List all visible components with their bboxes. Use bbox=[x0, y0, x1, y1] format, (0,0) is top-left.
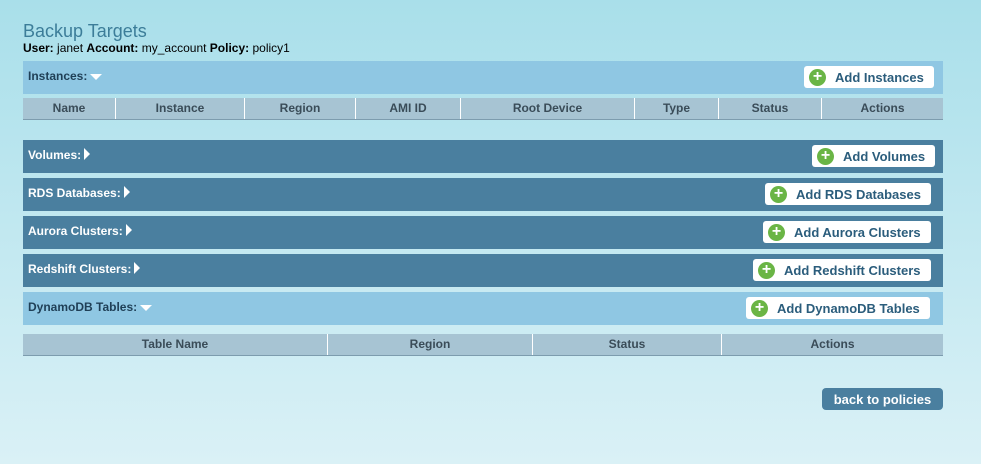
aurora-section-header: Aurora Clusters: + Add Aurora Clusters bbox=[23, 216, 943, 249]
user-label: User: bbox=[23, 41, 54, 55]
user-value: janet bbox=[57, 41, 84, 55]
aurora-toggle[interactable]: Aurora Clusters: bbox=[28, 223, 132, 238]
column-header-ami-id[interactable]: AMI ID bbox=[356, 98, 461, 119]
add-rds-label: Add RDS Databases bbox=[796, 186, 921, 202]
caret-right-icon bbox=[125, 223, 132, 236]
caret-right-icon bbox=[134, 261, 141, 274]
add-aurora-clusters-button[interactable]: + Add Aurora Clusters bbox=[763, 221, 931, 243]
redshift-toggle[interactable]: Redshift Clusters: bbox=[28, 261, 141, 276]
caret-down-icon bbox=[90, 73, 103, 80]
column-header-region[interactable]: Region bbox=[328, 334, 533, 355]
context-info: User: janet Account: my_account Policy: … bbox=[23, 41, 290, 55]
instances-section-header: Instances: + Add Instances bbox=[23, 61, 943, 94]
caret-right-icon bbox=[123, 185, 130, 198]
policy-label: Policy: bbox=[209, 41, 250, 55]
add-dynamodb-tables-button[interactable]: + Add DynamoDB Tables bbox=[746, 297, 930, 319]
plus-circle-icon: + bbox=[817, 147, 834, 165]
column-header-type[interactable]: Type bbox=[635, 98, 719, 119]
column-header-table-name[interactable]: Table Name bbox=[23, 334, 328, 355]
column-header-actions: Actions bbox=[860, 101, 905, 115]
dynamodb-table-header: Table Name Region Status Actions bbox=[23, 334, 943, 356]
caret-right-icon bbox=[84, 147, 91, 160]
account-value: my_account bbox=[141, 41, 207, 55]
column-header-status[interactable]: Status bbox=[719, 98, 822, 119]
plus-circle-icon: + bbox=[751, 299, 768, 317]
add-volumes-label: Add Volumes bbox=[843, 148, 926, 164]
plus-circle-icon: + bbox=[758, 261, 775, 279]
add-dynamodb-label: Add DynamoDB Tables bbox=[777, 300, 920, 316]
column-header-name[interactable]: Name bbox=[23, 98, 116, 119]
plus-circle-icon: + bbox=[768, 223, 785, 241]
rds-section-header: RDS Databases: + Add RDS Databases bbox=[23, 178, 943, 211]
aurora-label: Aurora Clusters: bbox=[28, 224, 123, 238]
instances-label: Instances: bbox=[28, 69, 88, 83]
add-instances-label: Add Instances bbox=[835, 69, 924, 85]
add-aurora-label: Add Aurora Clusters bbox=[794, 224, 921, 240]
dynamodb-section-header: DynamoDB Tables: + Add DynamoDB Tables bbox=[23, 292, 943, 325]
redshift-label: Redshift Clusters: bbox=[28, 262, 132, 276]
instances-toggle[interactable]: Instances: bbox=[28, 69, 103, 83]
column-header-root-device[interactable]: Root Device bbox=[461, 98, 635, 119]
volumes-label: Volumes: bbox=[28, 148, 82, 162]
page-title: Backup Targets bbox=[23, 21, 147, 41]
add-rds-databases-button[interactable]: + Add RDS Databases bbox=[765, 183, 931, 205]
back-to-policies-button[interactable]: back to policies bbox=[822, 388, 943, 410]
column-header-actions: Actions bbox=[810, 337, 855, 351]
policy-value: policy1 bbox=[252, 41, 290, 55]
rds-toggle[interactable]: RDS Databases: bbox=[28, 185, 130, 200]
dynamodb-toggle[interactable]: DynamoDB Tables: bbox=[28, 300, 153, 314]
add-redshift-clusters-button[interactable]: + Add Redshift Clusters bbox=[753, 259, 931, 281]
column-header-status[interactable]: Status bbox=[533, 334, 722, 355]
add-instances-button[interactable]: + Add Instances bbox=[804, 66, 934, 88]
volumes-section-header: Volumes: + Add Volumes bbox=[23, 140, 943, 173]
rds-label: RDS Databases: bbox=[28, 186, 121, 200]
instances-table-header: Name Instance Region AMI ID Root Device … bbox=[23, 98, 943, 120]
caret-down-icon bbox=[140, 304, 153, 311]
redshift-section-header: Redshift Clusters: + Add Redshift Cluste… bbox=[23, 254, 943, 287]
account-label: Account: bbox=[86, 41, 139, 55]
volumes-toggle[interactable]: Volumes: bbox=[28, 147, 91, 162]
add-redshift-label: Add Redshift Clusters bbox=[784, 262, 921, 278]
column-header-region[interactable]: Region bbox=[245, 98, 356, 119]
dynamodb-label: DynamoDB Tables: bbox=[28, 300, 138, 314]
column-header-instance[interactable]: Instance bbox=[116, 98, 245, 119]
add-volumes-button[interactable]: + Add Volumes bbox=[812, 145, 936, 167]
plus-circle-icon: + bbox=[770, 185, 787, 203]
plus-circle-icon: + bbox=[809, 68, 826, 86]
